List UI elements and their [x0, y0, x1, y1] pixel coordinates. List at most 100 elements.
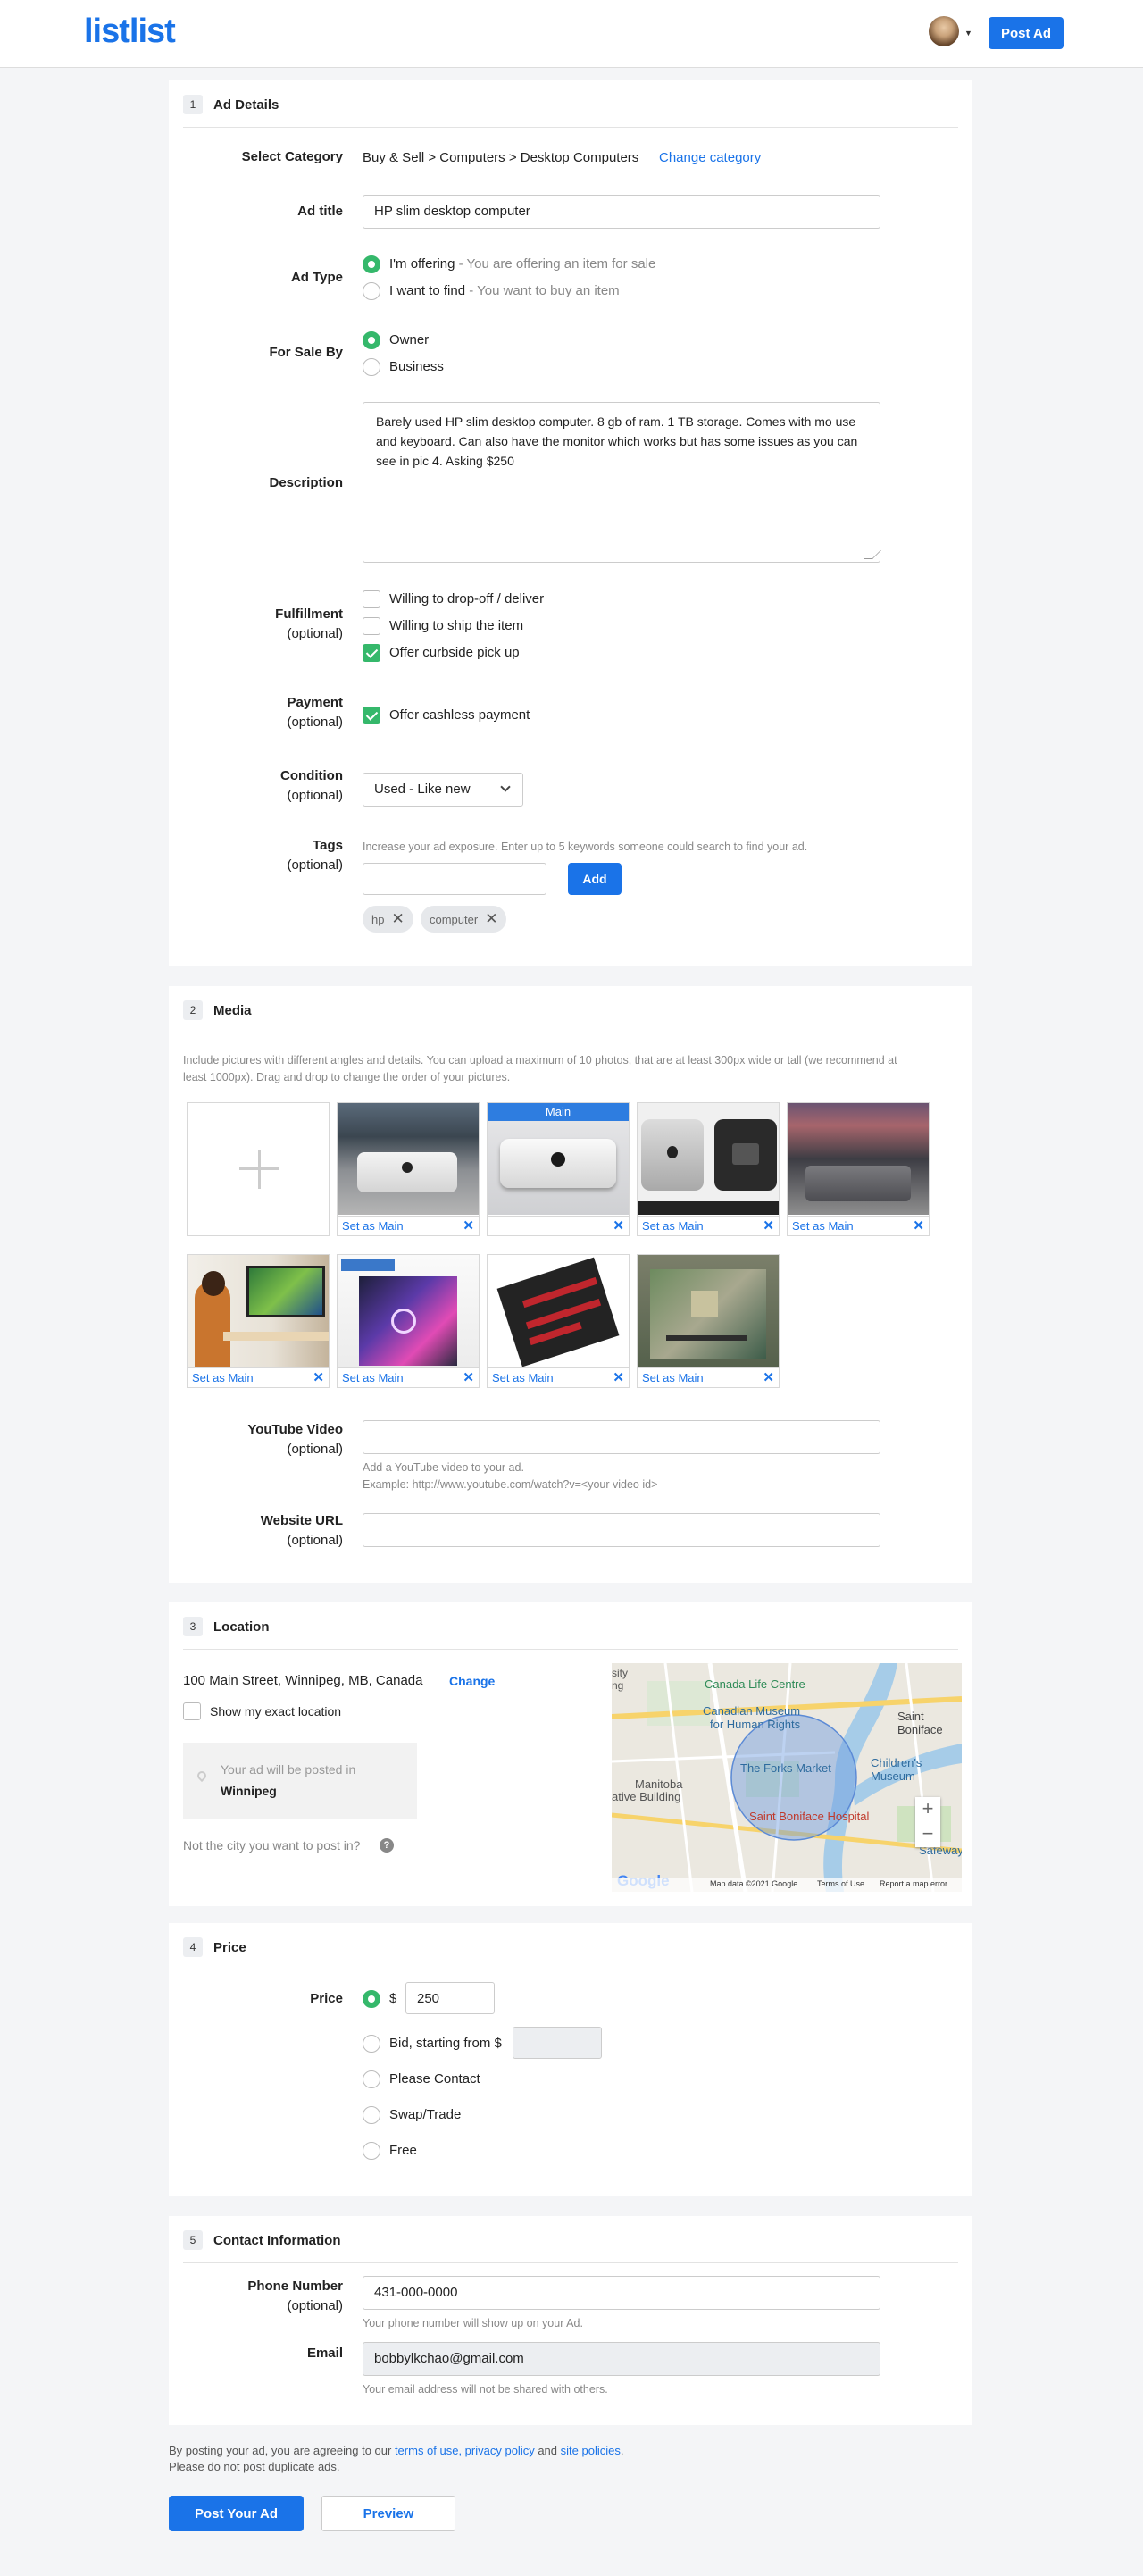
set-as-main-button[interactable]: Set as Main: [338, 1216, 479, 1235]
map-report-link[interactable]: Report a map error: [880, 1879, 947, 1888]
website-input[interactable]: [363, 1513, 880, 1547]
user-avatar[interactable]: [929, 16, 959, 46]
location-map[interactable]: sity ng Canada Life Centre Canadian Muse…: [612, 1663, 962, 1892]
zoom-in-icon[interactable]: +: [915, 1797, 940, 1822]
offering-radio[interactable]: [363, 255, 380, 273]
set-as-main-button[interactable]: Set as Main: [638, 1367, 779, 1387]
close-icon[interactable]: ✕: [485, 910, 497, 928]
remove-photo-icon[interactable]: ✕: [613, 1369, 624, 1385]
offering-hint: - You are offering an item for sale: [455, 256, 656, 272]
bid-input[interactable]: [513, 2027, 602, 2059]
change-category-link[interactable]: Change category: [659, 149, 761, 167]
section-header: 1 Ad Details: [183, 93, 279, 116]
please-contact-label: Please Contact: [389, 2071, 480, 2087]
set-as-main-button[interactable]: Set as Main: [788, 1216, 929, 1235]
photo-thumb[interactable]: Set as Main ✕: [187, 1254, 330, 1388]
find-radio[interactable]: [363, 282, 380, 300]
upload-photo-tile[interactable]: [187, 1102, 330, 1236]
help-icon[interactable]: ?: [380, 1838, 394, 1853]
description-textarea[interactable]: Barely used HP slim desktop computer. 8 …: [363, 402, 880, 563]
map-label: ative Building: [612, 1790, 681, 1803]
set-as-main-button[interactable]: Set as Main: [188, 1367, 329, 1387]
map-label: ng: [612, 1679, 624, 1692]
remove-photo-icon[interactable]: ✕: [613, 1217, 624, 1234]
dropoff-checkbox[interactable]: [363, 590, 380, 608]
optional-text: (optional): [287, 857, 343, 873]
free-radio[interactable]: [363, 2142, 380, 2160]
map-label: for Human Rights: [710, 1718, 801, 1731]
site-policies-link[interactable]: site policies: [561, 2444, 621, 2457]
optional-text: (optional): [287, 1533, 343, 1548]
photo-thumb[interactable]: Main ✕: [487, 1102, 630, 1236]
bid-radio[interactable]: [363, 2035, 380, 2053]
tags-label-text: Tags: [313, 838, 343, 853]
please-contact-radio[interactable]: [363, 2070, 380, 2088]
swap-trade-radio[interactable]: [363, 2106, 380, 2124]
tags-input[interactable]: [363, 863, 546, 895]
ad-title-input[interactable]: HP slim desktop computer: [363, 195, 880, 229]
free-label: Free: [389, 2143, 417, 2158]
set-as-main-button[interactable]: Set as Main: [488, 1367, 629, 1387]
section-title: Price: [213, 1939, 246, 1955]
remove-photo-icon[interactable]: ✕: [463, 1369, 474, 1385]
section-number: 3: [183, 1617, 203, 1636]
photo-thumb[interactable]: Set as Main ✕: [787, 1102, 930, 1236]
map-label: The Forks Market: [740, 1761, 831, 1775]
address-text: 100 Main Street, Winnipeg, MB, Canada: [183, 1673, 423, 1688]
ship-checkbox[interactable]: [363, 617, 380, 635]
add-tag-button[interactable]: Add: [568, 863, 622, 895]
youtube-example: Example: http://www.youtube.com/watch?v=…: [363, 1478, 658, 1491]
post-ad-button[interactable]: Post Ad: [989, 17, 1064, 49]
youtube-input[interactable]: [363, 1420, 880, 1454]
not-city-text: Not the city you want to post in?: [183, 1838, 361, 1853]
main-badge: Main: [488, 1103, 629, 1121]
condition-select[interactable]: Used - Like new: [363, 773, 523, 807]
phone-input[interactable]: 431-000-0000: [363, 2276, 880, 2310]
photo-thumb[interactable]: Set as Main ✕: [637, 1254, 780, 1388]
price-radio[interactable]: [363, 1990, 380, 2008]
map-label: Saint Boniface Hospital: [749, 1810, 870, 1823]
section-number: 2: [183, 1000, 203, 1020]
cashless-checkbox[interactable]: [363, 707, 380, 724]
change-location-link[interactable]: Change: [449, 1672, 495, 1690]
set-as-main-button[interactable]: Set as Main: [338, 1367, 479, 1387]
media-section: 2 Media Include pictures with different …: [169, 986, 972, 1583]
photo-thumb[interactable]: Set as Main ✕: [337, 1102, 480, 1236]
remove-photo-icon[interactable]: ✕: [313, 1369, 324, 1385]
post-your-ad-button[interactable]: Post Your Ad: [169, 2496, 304, 2531]
optional-text: (optional): [287, 715, 343, 730]
remove-photo-icon[interactable]: ✕: [763, 1369, 774, 1385]
business-radio[interactable]: [363, 358, 380, 376]
photo-thumb[interactable]: Set as Main ✕: [337, 1254, 480, 1388]
map-terms-link[interactable]: Terms of Use: [817, 1879, 864, 1888]
set-as-main-button[interactable]: Set as Main: [638, 1216, 779, 1235]
email-input[interactable]: bobbylkchao@gmail.com: [363, 2342, 880, 2376]
find-hint: - You want to buy an item: [465, 283, 620, 298]
owner-label: Owner: [389, 332, 430, 347]
chevron-down-icon[interactable]: ▼: [964, 29, 972, 38]
exact-location-checkbox[interactable]: [183, 1702, 201, 1720]
optional-text: (optional): [287, 788, 343, 803]
site-logo[interactable]: listlist: [84, 13, 176, 51]
map-label: Canada Life Centre: [705, 1677, 805, 1691]
phone-hint: Your phone number will show up on your A…: [363, 2317, 583, 2329]
owner-radio[interactable]: [363, 331, 380, 349]
agree-dot: .: [620, 2444, 624, 2457]
email-hint: Your email address will not be shared wi…: [363, 2383, 608, 2396]
remove-photo-icon[interactable]: ✕: [463, 1217, 474, 1234]
remove-photo-icon[interactable]: ✕: [763, 1217, 774, 1234]
price-input[interactable]: 250: [405, 1982, 495, 2014]
remove-photo-icon[interactable]: ✕: [913, 1217, 924, 1234]
curbside-checkbox[interactable]: [363, 644, 380, 662]
agree-and: and: [534, 2444, 561, 2457]
photo-thumb[interactable]: Set as Main ✕: [487, 1254, 630, 1388]
youtube-hint: Add a YouTube video to your ad.: [363, 1461, 524, 1474]
close-icon[interactable]: ✕: [391, 910, 404, 928]
zoom-out-icon[interactable]: −: [915, 1822, 940, 1847]
photo-thumb[interactable]: Set as Main ✕: [637, 1102, 780, 1236]
preview-button[interactable]: Preview: [321, 2496, 455, 2531]
ship-label: Willing to ship the item: [389, 618, 524, 633]
find-option: I want to find - You want to buy an item: [389, 282, 620, 300]
section-header: 5 Contact Information: [183, 2229, 341, 2252]
terms-link[interactable]: terms of use, privacy policy: [395, 2444, 535, 2457]
